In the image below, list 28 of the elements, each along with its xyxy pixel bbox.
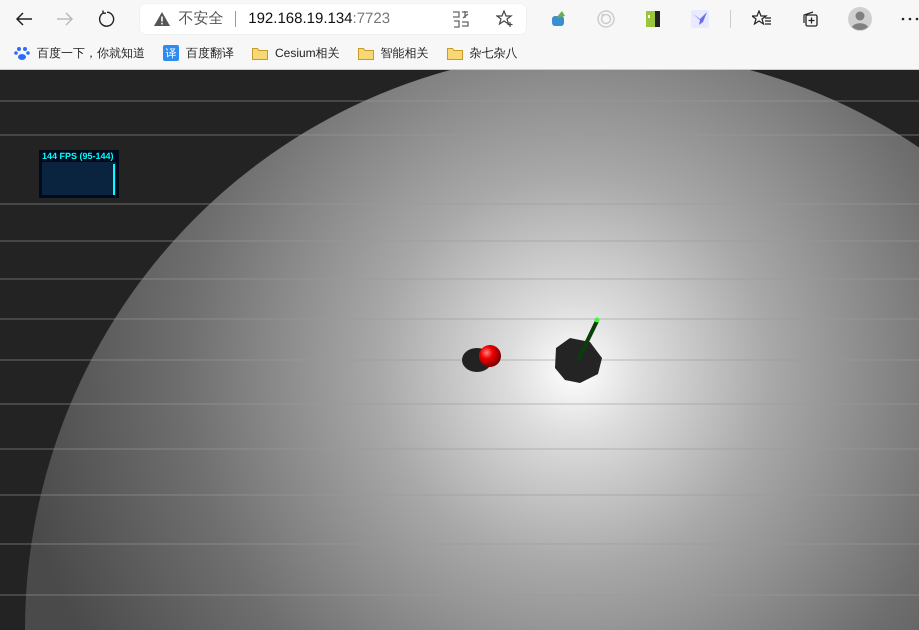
profile-avatar-icon[interactable] bbox=[848, 6, 872, 30]
collections-icon[interactable] bbox=[801, 10, 819, 28]
folder-icon bbox=[446, 46, 463, 60]
favorites-icon[interactable] bbox=[752, 10, 772, 28]
sphere-with-shadow bbox=[462, 345, 501, 372]
book-extension-icon[interactable] bbox=[644, 10, 662, 28]
fps-text: 144 FPS (95-144) bbox=[42, 151, 115, 161]
warning-icon bbox=[154, 12, 170, 26]
star-plus-icon[interactable] bbox=[496, 10, 514, 28]
octagon-with-pole bbox=[555, 318, 602, 383]
bookmark-item[interactable]: 杂七杂八 bbox=[446, 44, 518, 62]
refresh-icon bbox=[96, 10, 115, 28]
bookmark-item[interactable]: 百度一下，你就知道 bbox=[14, 44, 145, 62]
paw-icon bbox=[14, 45, 30, 61]
more-menu-icon[interactable] bbox=[901, 16, 919, 20]
bookmark-item[interactable]: 智能相关 bbox=[358, 44, 429, 62]
security-label: 不安全 bbox=[178, 9, 224, 28]
3d-scene-viewport[interactable]: 144 FPS (95-144) bbox=[0, 70, 919, 630]
folder-icon bbox=[252, 46, 268, 60]
address-bar[interactable]: 不安全 192.168.19.134:7723 bbox=[140, 4, 526, 34]
url-text: 192.168.19.134:7723 bbox=[248, 10, 390, 27]
swallow-extension-icon[interactable] bbox=[691, 10, 709, 28]
forward-arrow-icon bbox=[56, 12, 74, 26]
folder-icon bbox=[358, 46, 374, 60]
bookmark-item[interactable]: Cesium相关 bbox=[252, 44, 340, 62]
translate-logo-icon: 译 bbox=[163, 45, 179, 61]
back-arrow-icon bbox=[15, 12, 34, 26]
bookmark-item[interactable]: 译 百度翻译 bbox=[163, 44, 234, 62]
